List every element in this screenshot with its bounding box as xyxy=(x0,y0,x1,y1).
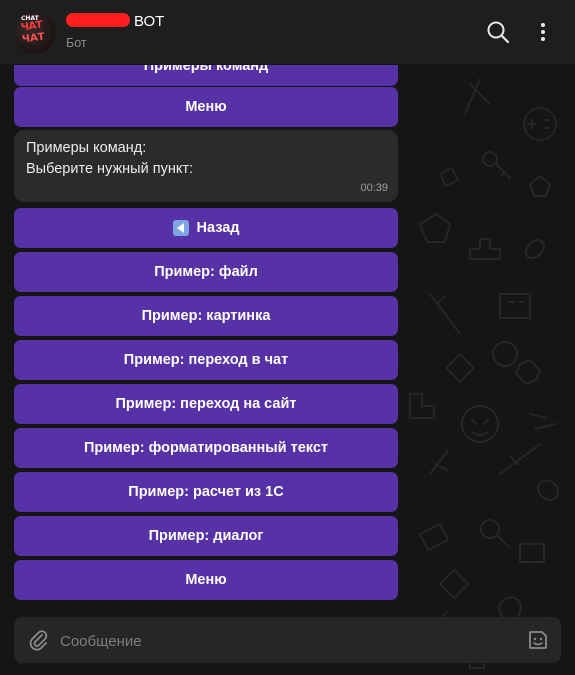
inline-button[interactable]: Пример: форматированный текст xyxy=(14,428,398,468)
message-bubble[interactable]: Примеры команд: Выберите нужный пункт: 0… xyxy=(14,130,398,202)
inline-button-prev[interactable]: Примеры команд xyxy=(14,64,398,86)
message-composer xyxy=(14,617,561,663)
inline-button[interactable]: Пример: переход в чат xyxy=(14,340,398,380)
message-text-line: Выберите нужный пункт: xyxy=(26,161,193,177)
sticker-icon[interactable] xyxy=(527,629,549,651)
inline-button[interactable]: Пример: файл xyxy=(14,252,398,292)
message-input[interactable] xyxy=(58,625,482,657)
search-icon[interactable] xyxy=(486,20,510,44)
message-list[interactable]: Примеры команд Меню Примеры команд: Выбе… xyxy=(0,64,575,675)
inline-button-menu[interactable]: Меню xyxy=(14,560,398,600)
back-arrow-icon xyxy=(172,220,189,236)
inline-button[interactable]: Пример: переход на сайт xyxy=(14,384,398,424)
inline-button-menu-prev[interactable]: Меню xyxy=(14,87,398,127)
chat-subtitle: Бот xyxy=(66,36,87,50)
inline-button-back[interactable]: Назад xyxy=(14,208,398,248)
more-options-icon[interactable] xyxy=(531,20,555,44)
inline-button[interactable]: Пример: диалог xyxy=(14,516,398,556)
inline-button[interactable]: Пример: картинка xyxy=(14,296,398,336)
message-timestamp: 00:39 xyxy=(360,182,388,194)
message-text-line: Примеры команд: xyxy=(26,140,147,156)
avatar-text: ЧАТ xyxy=(21,31,46,46)
chat-title: ВОТ xyxy=(66,13,164,31)
paperclip-icon[interactable] xyxy=(28,629,48,651)
redaction-bar xyxy=(66,13,130,27)
avatar[interactable]: CHAT ЧАТ ЧАТ xyxy=(14,12,56,54)
inline-button-label: Назад xyxy=(196,220,240,236)
inline-button[interactable]: Пример: расчет из 1С xyxy=(14,472,398,512)
chat-title-text: ВОТ xyxy=(134,13,165,30)
chat-header[interactable]: CHAT ЧАТ ЧАТ ВОТ Бот xyxy=(0,0,575,65)
telegram-chat-window: CHAT ЧАТ ЧАТ ВОТ Бот Примеры команд Меню… xyxy=(0,0,575,675)
